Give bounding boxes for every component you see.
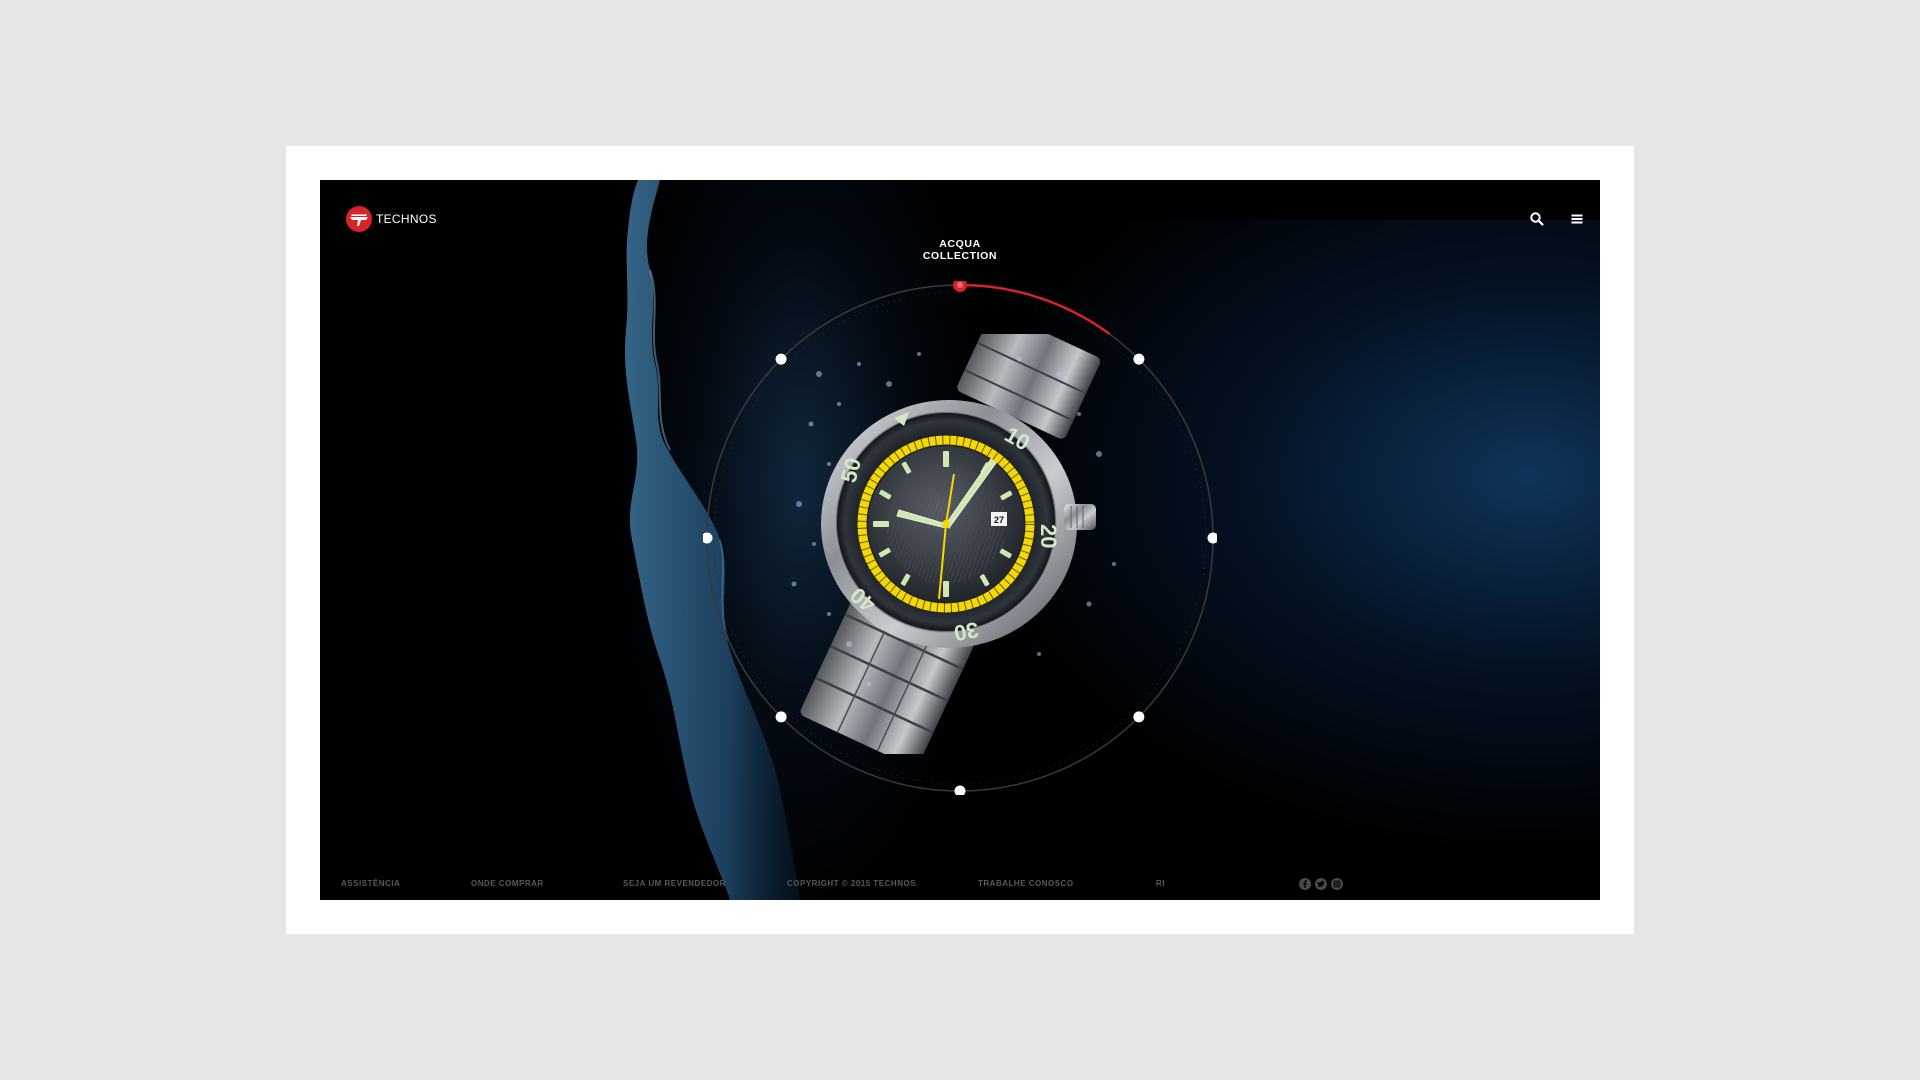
- bezel-number-20: 20: [1036, 524, 1061, 548]
- logo-mark-icon: [346, 206, 372, 232]
- instagram-icon: [1333, 880, 1341, 888]
- progress-arc: [958, 283, 1110, 335]
- facebook-button[interactable]: [1299, 878, 1311, 890]
- footer-link-seja-revendedor[interactable]: SEJA UM REVENDEDOR: [623, 879, 726, 888]
- hamburger-menu-icon: [1571, 214, 1583, 224]
- footer-copyright: COPYRIGHT © 2015 TECHNOS.: [787, 879, 919, 888]
- watch-crown: [1064, 504, 1096, 530]
- brand-logo[interactable]: TECHNOS: [346, 206, 437, 232]
- footer-link-onde-comprar[interactable]: ONDE COMPRAR: [471, 879, 544, 888]
- facebook-icon: [1303, 880, 1307, 888]
- brand-name: TECHNOS: [376, 212, 437, 226]
- nav-dot-2[interactable]: [1207, 532, 1218, 544]
- presentation-frame: TECHNOS ACQUA COLLECTION 10 20 30 40 50 …: [286, 146, 1634, 934]
- collection-title-line1: ACQUA: [939, 238, 981, 250]
- collection-title-line2: COLLECTION: [922, 250, 998, 262]
- website-screen: TECHNOS ACQUA COLLECTION 10 20 30 40 50 …: [320, 180, 1600, 900]
- twitter-icon: [1317, 880, 1325, 887]
- footer-link-trabalhe-conosco[interactable]: TRABALHE CONOSCO: [978, 879, 1074, 888]
- search-button[interactable]: [1529, 211, 1545, 227]
- watch-product-image: 10 20 30 40 50 27: [791, 334, 1116, 754]
- twitter-button[interactable]: [1315, 878, 1327, 890]
- bezel-number-30: 30: [952, 617, 980, 646]
- collection-title[interactable]: ACQUA COLLECTION: [860, 238, 1060, 262]
- nav-dot-4[interactable]: [954, 785, 966, 796]
- search-icon: [1530, 212, 1544, 226]
- active-nav-dot-center: [957, 282, 963, 288]
- footer-link-ri[interactable]: RI: [1156, 879, 1165, 888]
- nav-dot-6[interactable]: [703, 532, 713, 544]
- menu-button[interactable]: [1569, 211, 1585, 227]
- instagram-button[interactable]: [1331, 878, 1343, 890]
- date-value: 27: [994, 515, 1004, 525]
- footer-link-assistencia[interactable]: ASSISTÊNCIA: [341, 879, 400, 888]
